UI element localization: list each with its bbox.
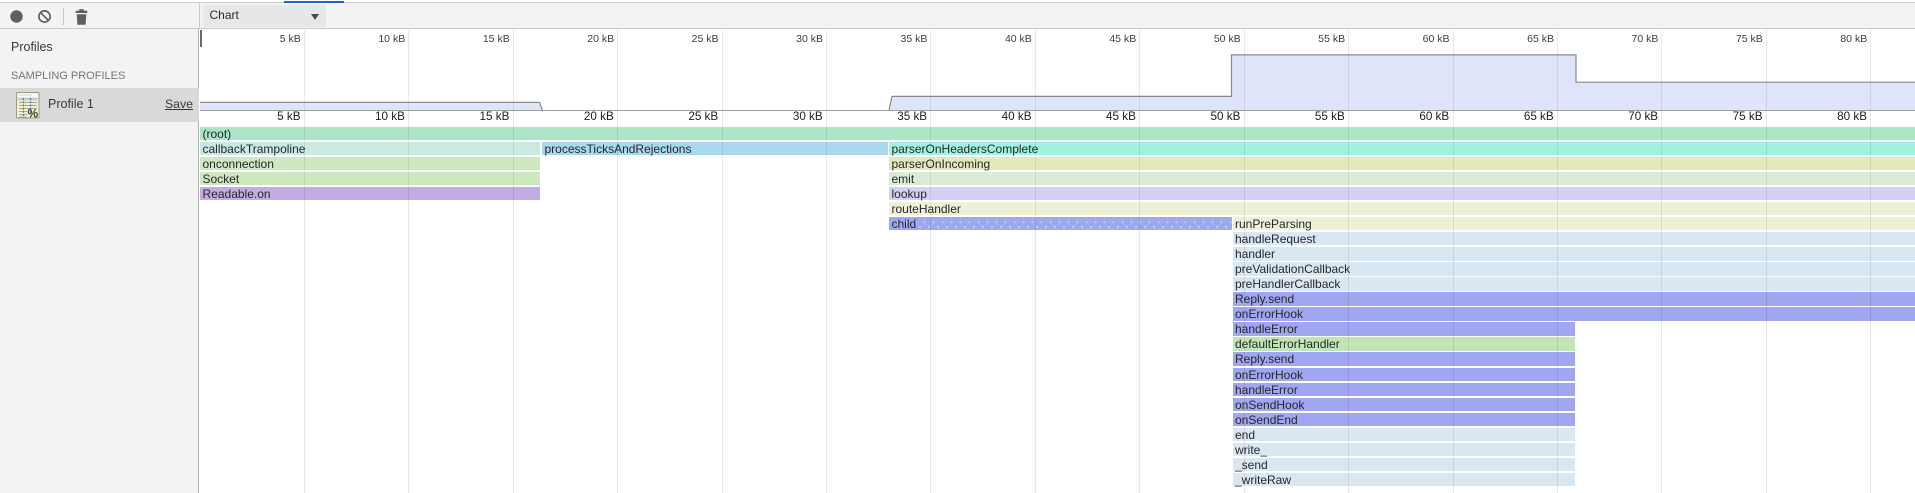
svg-text:%: % — [28, 107, 39, 120]
